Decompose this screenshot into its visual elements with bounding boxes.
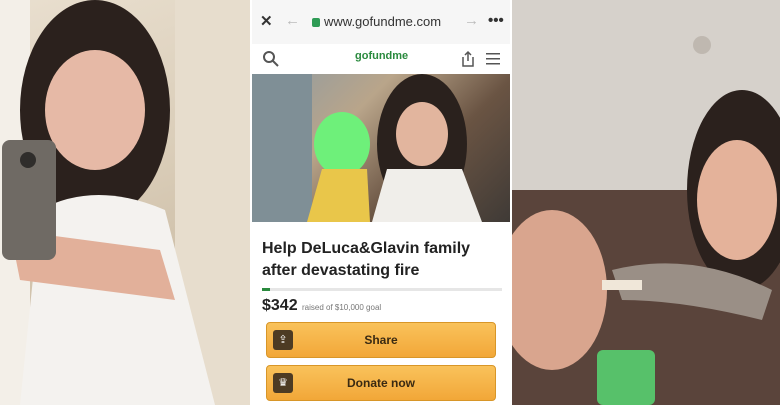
right-photo bbox=[512, 0, 780, 405]
search-icon[interactable] bbox=[262, 50, 280, 68]
campaign-title: Help DeLuca&Glavin family after devastat… bbox=[262, 240, 471, 279]
hamburger-menu-icon[interactable] bbox=[486, 52, 502, 66]
raised-amount: $342 bbox=[262, 297, 298, 314]
share-button-label: Share bbox=[364, 333, 398, 347]
share-button[interactable]: ⇪ Share bbox=[266, 322, 496, 358]
goal-text: raised of $10,000 goal bbox=[302, 303, 382, 312]
progress-fill bbox=[262, 288, 271, 291]
donate-button-label: Donate now bbox=[347, 376, 415, 390]
lock-icon bbox=[312, 18, 320, 27]
donate-button[interactable]: ♛ Donate now bbox=[266, 365, 496, 401]
close-icon[interactable]: ✕ bbox=[260, 12, 273, 30]
campaign-hero-image bbox=[252, 74, 510, 222]
back-arrow-icon[interactable]: ← bbox=[285, 12, 300, 29]
phone-screenshot: ✕ ← www.gofundme.com → ••• gofundme Help… bbox=[252, 0, 510, 405]
hero-art bbox=[252, 74, 482, 222]
share-icon[interactable] bbox=[460, 50, 476, 68]
gofundme-logo[interactable]: gofundme bbox=[355, 50, 408, 62]
forward-arrow-icon[interactable]: → bbox=[464, 12, 479, 29]
left-photo bbox=[0, 0, 250, 405]
url-text: www.gofundme.com bbox=[324, 14, 442, 29]
url-bar[interactable]: www.gofundme.com bbox=[312, 14, 441, 29]
right-photo-art bbox=[512, 0, 780, 405]
browser-toolbar: ✕ ← www.gofundme.com → ••• bbox=[252, 0, 510, 45]
left-photo-art bbox=[0, 0, 250, 405]
progress-bar bbox=[262, 288, 502, 291]
more-icon[interactable]: ••• bbox=[488, 12, 504, 29]
